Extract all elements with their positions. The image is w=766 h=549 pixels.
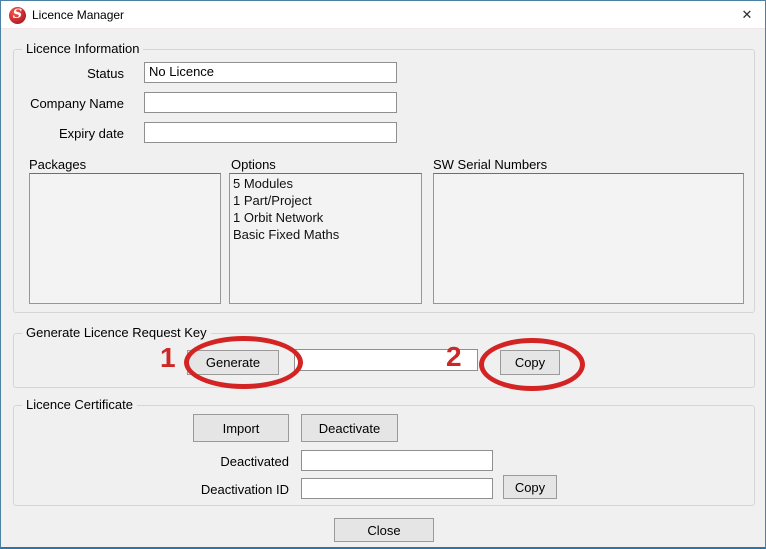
- expiry-date-field: [144, 122, 397, 143]
- window-title: Licence Manager: [32, 8, 124, 22]
- deactivation-id-field: [301, 478, 493, 499]
- copy-deactivation-id-button[interactable]: Copy: [503, 475, 557, 499]
- close-button[interactable]: Close: [334, 518, 434, 542]
- packages-listbox[interactable]: [29, 173, 221, 304]
- list-item[interactable]: 1 Orbit Network: [233, 209, 421, 226]
- list-item[interactable]: 1 Part/Project: [233, 192, 421, 209]
- deactivate-button[interactable]: Deactivate: [301, 414, 398, 442]
- request-key-field[interactable]: [294, 349, 478, 371]
- sw-serial-numbers-label: SW Serial Numbers: [433, 157, 547, 172]
- licence-manager-window: S Licence Manager ✕ Licence Information …: [0, 0, 766, 549]
- generate-request-key-title: Generate Licence Request Key: [22, 325, 211, 340]
- generate-button[interactable]: Generate: [187, 350, 279, 375]
- close-icon[interactable]: ✕: [731, 1, 763, 28]
- list-item[interactable]: 5 Modules: [233, 175, 421, 192]
- expiry-date-label: Expiry date: [24, 126, 124, 141]
- status-field: No Licence: [144, 62, 397, 83]
- sw-serial-numbers-listbox[interactable]: [433, 173, 744, 304]
- licence-information-title: Licence Information: [22, 41, 143, 56]
- app-logo-icon: S: [9, 7, 26, 24]
- import-button[interactable]: Import: [193, 414, 289, 442]
- list-item[interactable]: Basic Fixed Maths: [233, 226, 421, 243]
- deactivated-field: [301, 450, 493, 471]
- title-bar: S Licence Manager ✕: [1, 1, 765, 29]
- deactivated-label: Deactivated: [189, 454, 289, 469]
- copy-request-key-button[interactable]: Copy: [500, 350, 560, 375]
- licence-certificate-title: Licence Certificate: [22, 397, 137, 412]
- company-name-label: Company Name: [24, 96, 124, 111]
- company-name-field: [144, 92, 397, 113]
- packages-label: Packages: [29, 157, 86, 172]
- status-label: Status: [24, 66, 124, 81]
- deactivation-id-label: Deactivation ID: [181, 482, 289, 497]
- options-label: Options: [231, 157, 276, 172]
- options-listbox[interactable]: 5 Modules 1 Part/Project 1 Orbit Network…: [229, 173, 422, 304]
